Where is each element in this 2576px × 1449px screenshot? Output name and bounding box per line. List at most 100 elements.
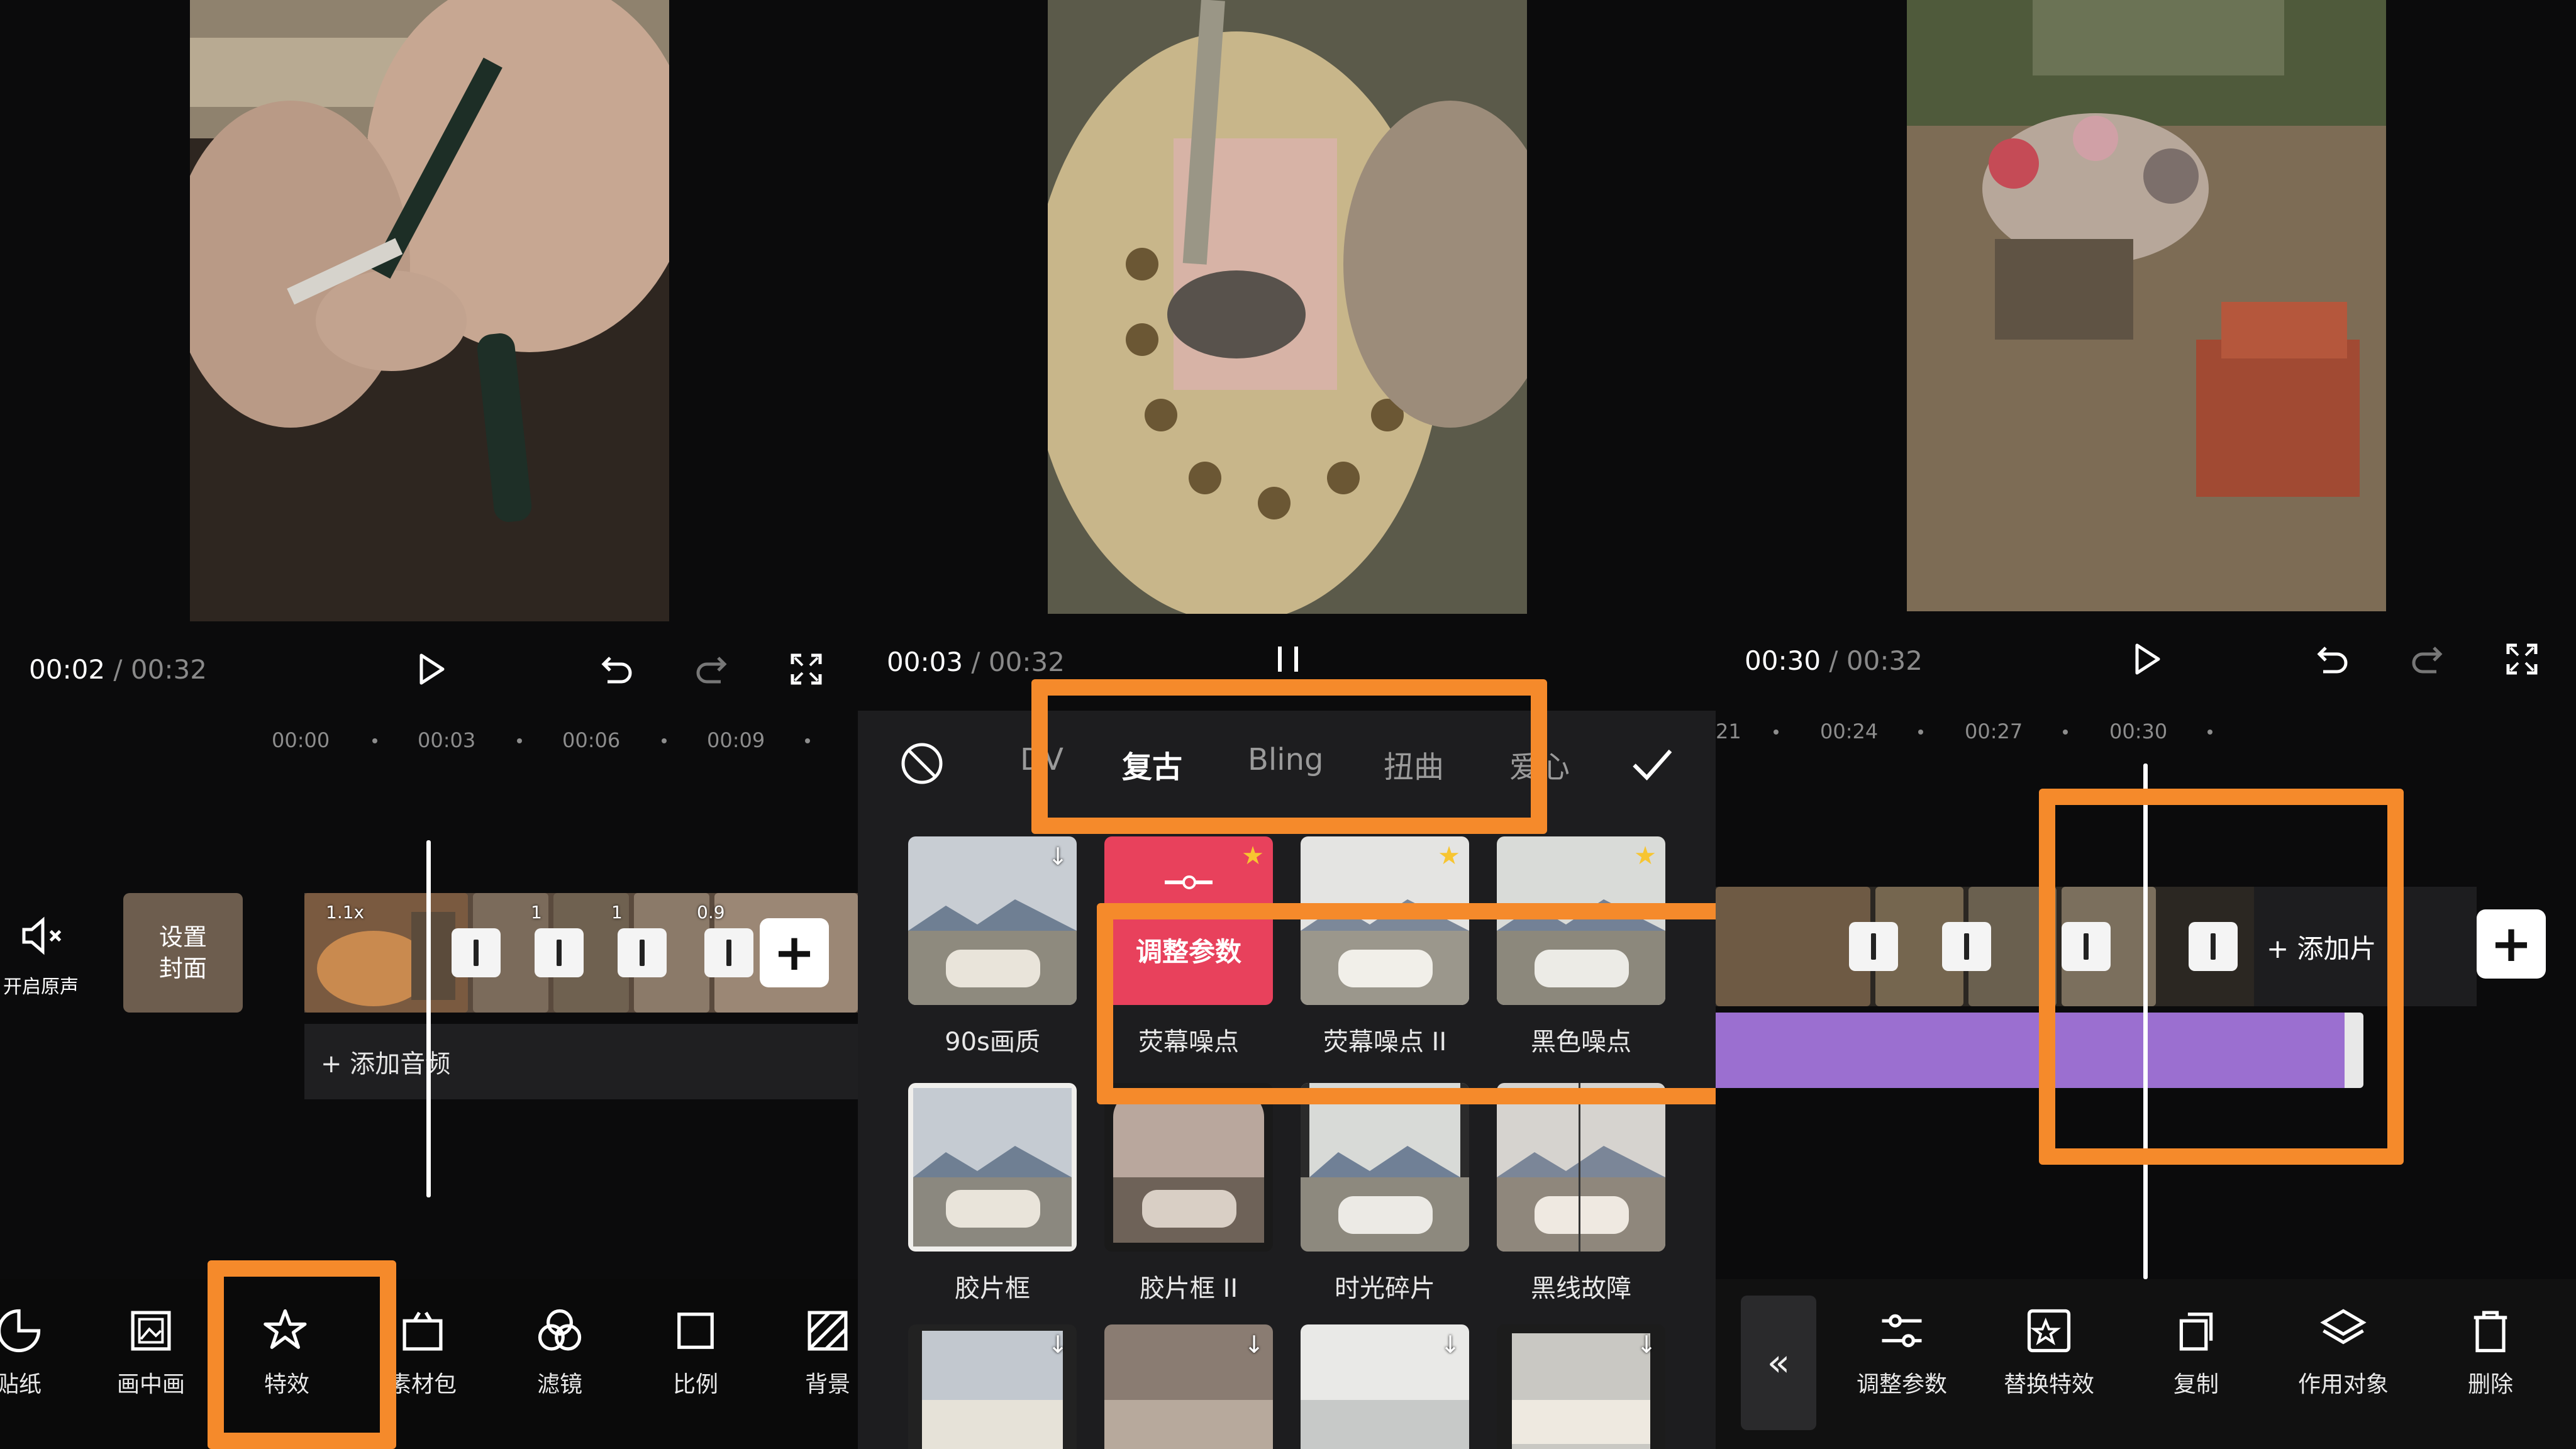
tool-label: 背景 xyxy=(804,1372,850,1397)
speaker-mute-icon[interactable] xyxy=(18,911,68,961)
tool-copy[interactable]: 复制 xyxy=(2133,1304,2259,1430)
cover-label: 设置 xyxy=(158,923,207,951)
star-icon: ★ xyxy=(1241,841,1264,870)
tool-delete[interactable]: 删除 xyxy=(2428,1304,2553,1430)
tool-ratio[interactable]: 比例 xyxy=(633,1304,758,1430)
ruler-tick: 00:00 xyxy=(272,728,330,752)
time-current: 00:30 xyxy=(1745,645,1821,676)
effect-item[interactable]: 黑线故障 xyxy=(1497,1083,1665,1304)
effect-item[interactable]: ↓ 90s画质 xyxy=(908,836,1077,1058)
play-icon[interactable] xyxy=(2121,634,2171,684)
tool-label: 素材包 xyxy=(388,1372,457,1397)
effect-item[interactable]: 胶片框 II xyxy=(1104,1083,1273,1304)
editor-panel-effect-edit: 00:30 / 00:32 21 00:24 00:27 00:30 + 添加片… xyxy=(1716,0,2576,1449)
download-icon: ↓ xyxy=(1048,1331,1068,1358)
clip-thumbnail[interactable] xyxy=(1716,887,1870,1006)
trash-icon xyxy=(2473,1311,2507,1353)
ruler-tick: 00:24 xyxy=(1820,719,1879,743)
effect-thumbnail xyxy=(1301,1083,1469,1252)
tool-label: 画中画 xyxy=(116,1372,185,1397)
time-display: 00:30 / 00:32 xyxy=(1745,645,1923,676)
time-current: 00:03 xyxy=(887,647,963,677)
effect-item[interactable]: ↓ xyxy=(1497,1324,1665,1449)
speed-badge: 1 xyxy=(611,902,623,923)
time-total: 00:32 xyxy=(130,654,207,685)
ruler-dot xyxy=(1774,730,1779,735)
add-clip-icon[interactable]: + xyxy=(2477,909,2546,979)
picture-in-picture-icon xyxy=(131,1311,171,1351)
time-current: 00:02 xyxy=(29,654,106,685)
effect-item[interactable]: ↓ xyxy=(1301,1324,1469,1449)
ruler-tick: 00:03 xyxy=(418,728,476,752)
play-icon[interactable] xyxy=(405,644,455,694)
tool-label: 复制 xyxy=(2173,1372,2219,1397)
video-preview[interactable] xyxy=(190,0,669,621)
highlight-box xyxy=(2039,789,2404,1165)
ruler-dot xyxy=(1918,730,1923,735)
transition-handle[interactable] xyxy=(535,928,584,977)
speed-badge: 1 xyxy=(531,902,542,923)
fullscreen-icon[interactable] xyxy=(781,644,831,694)
set-cover-button[interactable]: 设置 封面 xyxy=(123,893,243,1013)
effect-item[interactable]: 胶片框 xyxy=(908,1083,1077,1304)
transition-handle[interactable] xyxy=(704,928,753,977)
confirm-check-icon[interactable] xyxy=(1626,738,1677,789)
download-icon: ↓ xyxy=(1636,1331,1657,1358)
transition-handle[interactable] xyxy=(1849,922,1898,971)
tool-replace-effect[interactable]: 替换特效 xyxy=(1986,1304,2112,1430)
tool-label: 贴纸 xyxy=(0,1372,42,1397)
tool-filter[interactable]: 滤镜 xyxy=(497,1304,623,1430)
effect-label: 胶片框 II xyxy=(1139,1274,1238,1303)
effect-item[interactable]: ↓ xyxy=(1104,1324,1273,1449)
transition-handle[interactable] xyxy=(452,928,501,977)
effect-thumbnail xyxy=(908,1083,1077,1252)
video-track[interactable]: 1.1x 1 1 0.9 + xyxy=(304,893,858,1013)
add-audio-button[interactable]: + 添加音频 xyxy=(304,1024,858,1099)
effect-item[interactable]: ↓ xyxy=(908,1324,1077,1449)
tool-sticker[interactable]: 贴纸 xyxy=(0,1304,82,1430)
undo-icon[interactable] xyxy=(2307,634,2357,684)
video-preview[interactable] xyxy=(1048,0,1527,614)
speed-badge: 1.1x xyxy=(326,902,365,923)
effect-label: 胶片框 xyxy=(955,1274,1030,1303)
download-icon: ↓ xyxy=(1048,843,1068,870)
filter-icon xyxy=(538,1309,582,1351)
add-clip-icon[interactable]: + xyxy=(760,918,829,987)
undo-icon[interactable] xyxy=(591,644,641,694)
tool-label: 替换特效 xyxy=(2003,1372,2094,1397)
tool-picture-in-picture[interactable]: 画中画 xyxy=(88,1304,214,1430)
replace-effect-icon xyxy=(2027,1309,2071,1353)
redo-icon[interactable] xyxy=(687,644,737,694)
material-pack-icon xyxy=(402,1311,443,1351)
redo-icon[interactable] xyxy=(2402,634,2453,684)
ruler-tick: 00:27 xyxy=(1965,719,2023,743)
bottom-toolbar: 贴纸 画中画 特效 素材包 滤镜 比例 背景 xyxy=(0,1279,858,1449)
fullscreen-icon[interactable] xyxy=(2497,634,2547,684)
ruler-dot xyxy=(372,738,377,743)
playhead[interactable] xyxy=(426,840,431,1197)
transition-handle[interactable] xyxy=(618,928,667,977)
tool-adjust-params[interactable]: 调整参数 xyxy=(1839,1304,1965,1430)
transition-handle[interactable] xyxy=(1942,922,1991,971)
video-preview[interactable] xyxy=(1907,0,2386,611)
effect-thumbnail xyxy=(1104,1083,1273,1252)
add-audio-label: + 添加音频 xyxy=(321,1050,451,1079)
time-display: 00:03 / 00:32 xyxy=(887,647,1065,677)
time-total: 00:32 xyxy=(988,647,1065,677)
effect-thumbnail: ↓ xyxy=(1497,1324,1665,1449)
speed-badge: 0.9 xyxy=(697,902,725,923)
effect-item[interactable]: 时光碎片 xyxy=(1301,1083,1469,1304)
ruler-tick: 00:06 xyxy=(562,728,621,752)
download-icon: ↓ xyxy=(1244,1331,1264,1358)
ruler-dot xyxy=(2063,730,2068,735)
effect-thumbnail: ↓ xyxy=(908,1324,1077,1449)
collapse-back-icon[interactable]: « xyxy=(1741,1296,1816,1430)
tool-target-object[interactable]: 作用对象 xyxy=(2280,1304,2406,1430)
no-effect-icon[interactable] xyxy=(897,738,947,789)
tool-background[interactable]: 背景 xyxy=(765,1304,858,1430)
time-separator: / xyxy=(971,647,980,677)
slider-knob-icon xyxy=(1182,875,1196,889)
effect-thumbnail: ↓ xyxy=(1104,1324,1273,1449)
time-total: 00:32 xyxy=(1846,645,1923,676)
pause-icon[interactable] xyxy=(1263,634,1313,684)
